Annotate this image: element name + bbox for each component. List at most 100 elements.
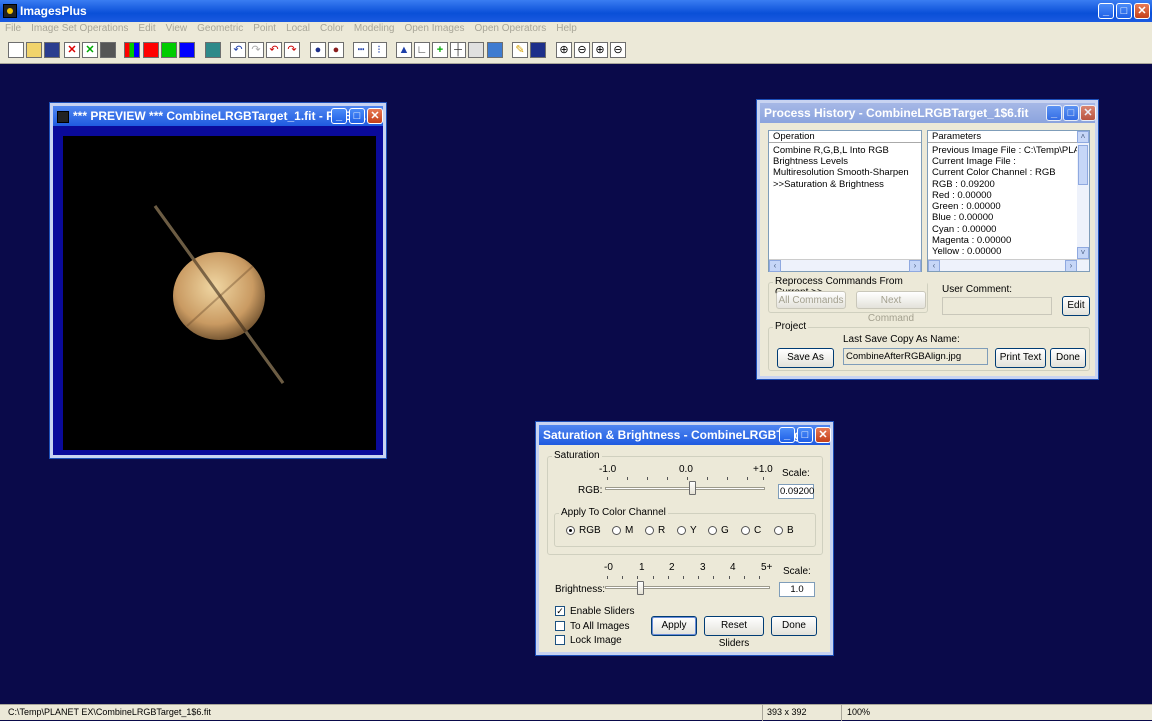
radio-c[interactable] [741,526,750,535]
histogram-icon[interactable]: ▲ [396,42,412,58]
print-text-button[interactable]: Print Text [995,348,1046,368]
menu-file[interactable]: File [0,22,26,36]
menu-open-operators[interactable]: Open Operators [470,22,552,36]
to-all-images-checkbox[interactable] [555,621,565,631]
menu-view[interactable]: View [161,22,193,36]
radio-m[interactable] [612,526,621,535]
redo-all-icon[interactable]: ↷ [284,42,300,58]
scroll-down-icon[interactable]: ˅ [1077,247,1089,259]
menu-color[interactable]: Color [315,22,349,36]
scroll-up-icon[interactable]: ˄ [1077,131,1089,143]
parameters-list[interactable]: Parameters Previous Image File : C:\Temp… [927,130,1090,272]
preview-window[interactable]: *** PREVIEW *** CombineLRGBTarget_1.fit … [50,103,386,458]
pencil-icon[interactable]: ✎ [512,42,528,58]
apply-button[interactable]: Apply [651,616,697,636]
undo-icon[interactable]: ↶ [230,42,246,58]
operation-item[interactable]: Multiresolution Smooth-Sharpen [773,167,909,178]
red-channel-icon[interactable] [143,42,159,58]
enable-sliders-checkbox[interactable]: ✓ [555,606,565,616]
print-icon[interactable] [100,42,116,58]
brightness-slider[interactable] [605,576,770,600]
preview-minimize-icon[interactable]: _ [331,108,347,124]
lock-image-checkbox[interactable] [555,635,565,645]
zoom-out-icon[interactable]: ⊖ [574,42,590,58]
saturation-scale-input[interactable]: 0.09200 [778,484,814,499]
close-all-icon[interactable]: ✕ [82,42,98,58]
green-channel-icon[interactable] [161,42,177,58]
star-point-icon[interactable]: ● [310,42,326,58]
operation-list[interactable]: Operation Combine R,G,B,L Into RGB Brigh… [768,130,922,272]
rgb-channels-icon[interactable] [124,42,140,58]
scroll-right-icon[interactable]: › [909,260,921,272]
scroll-right-icon[interactable]: › [1065,260,1077,271]
new-file-icon[interactable] [8,42,24,58]
brightness-scale-input[interactable]: 1.0 [779,582,815,597]
zoom-actual-icon[interactable]: ⊖ [610,42,626,58]
operation-item[interactable]: Combine R,G,B,L Into RGB [773,145,889,156]
zoom-fit-icon[interactable]: ⊕ [592,42,608,58]
operation-hscrollbar[interactable]: ‹ › [769,259,921,272]
brightness-slider-thumb[interactable] [637,581,644,595]
save-as-button[interactable]: Save As [777,348,834,368]
zoom-in-icon[interactable]: ⊕ [556,42,572,58]
radio-y[interactable] [677,526,686,535]
menu-help[interactable]: Help [551,22,582,36]
menu-image-set-operations[interactable]: Image Set Operations [26,22,133,36]
last-save-name-field[interactable]: CombineAfterRGBAlign.jpg [843,348,988,365]
history-done-button[interactable]: Done [1050,348,1086,368]
scatter-icon[interactable]: ⁝ [371,42,387,58]
satbright-maximize-icon[interactable]: □ [797,427,813,443]
process-history-window[interactable]: Process History - CombineLRGBTarget_1$6.… [757,100,1098,379]
parameters-hscrollbar[interactable]: ‹ › [928,259,1089,271]
satbright-done-button[interactable]: Done [771,616,817,636]
curve-icon[interactable]: ∟ [414,42,430,58]
radio-r[interactable] [645,526,654,535]
all-commands-button[interactable]: All Commands [776,291,846,309]
minimize-icon[interactable]: _ [1098,3,1114,19]
line-profile-icon[interactable]: ┅ [353,42,369,58]
radio-rgb[interactable] [566,526,575,535]
history-minimize-icon[interactable]: _ [1046,105,1062,121]
scroll-left-icon[interactable]: ‹ [928,260,940,271]
menu-open-images[interactable]: Open Images [399,22,469,36]
edit-button[interactable]: Edit [1062,296,1090,316]
star-point-red-icon[interactable]: ● [328,42,344,58]
saturation-slider[interactable] [605,477,765,501]
menu-point[interactable]: Point [248,22,281,36]
menu-modeling[interactable]: Modeling [349,22,400,36]
user-comment-input[interactable] [942,297,1052,315]
grid-box-icon[interactable] [468,42,484,58]
history-titlebar[interactable]: Process History - CombineLRGBTarget_1$6.… [760,103,1095,123]
menu-edit[interactable]: Edit [133,22,160,36]
history-close-icon[interactable]: ✕ [1080,105,1096,121]
mosaic-icon[interactable] [530,42,546,58]
radio-g[interactable] [708,526,717,535]
menu-local[interactable]: Local [281,22,315,36]
radio-b[interactable] [774,526,783,535]
menu-geometric[interactable]: Geometric [192,22,248,36]
plus-icon[interactable]: + [432,42,448,58]
open-folder-icon[interactable] [26,42,42,58]
next-command-button[interactable]: Next Command [856,291,926,324]
undo-all-icon[interactable]: ↶ [266,42,282,58]
satbright-close-icon[interactable]: ✕ [815,427,831,443]
saturation-slider-thumb[interactable] [688,481,696,495]
scroll-thumb[interactable] [1078,145,1088,185]
history-maximize-icon[interactable]: □ [1063,105,1079,121]
close-icon[interactable]: ✕ [1134,3,1150,19]
maximize-icon[interactable]: □ [1116,3,1132,19]
redo-icon[interactable]: ↷ [248,42,264,58]
preview-image[interactable] [63,136,376,450]
saturation-brightness-window[interactable]: Saturation & Brightness - CombineLRGBTar… [536,422,833,655]
reset-sliders-button[interactable]: Reset Sliders [704,616,764,649]
parameters-vscrollbar[interactable]: ˄ ˅ [1077,131,1089,259]
operation-item-current[interactable]: >>Saturation & Brightness [773,179,884,190]
image-edit-icon[interactable] [487,42,503,58]
scroll-left-icon[interactable]: ‹ [769,260,781,272]
operation-item[interactable]: Brightness Levels [773,156,848,167]
close-image-icon[interactable]: ✕ [64,42,80,58]
preview-maximize-icon[interactable]: □ [349,108,365,124]
crosshair-icon[interactable]: ┼ [450,42,466,58]
grayscale-icon[interactable] [205,42,221,58]
blue-channel-icon[interactable] [179,42,195,58]
